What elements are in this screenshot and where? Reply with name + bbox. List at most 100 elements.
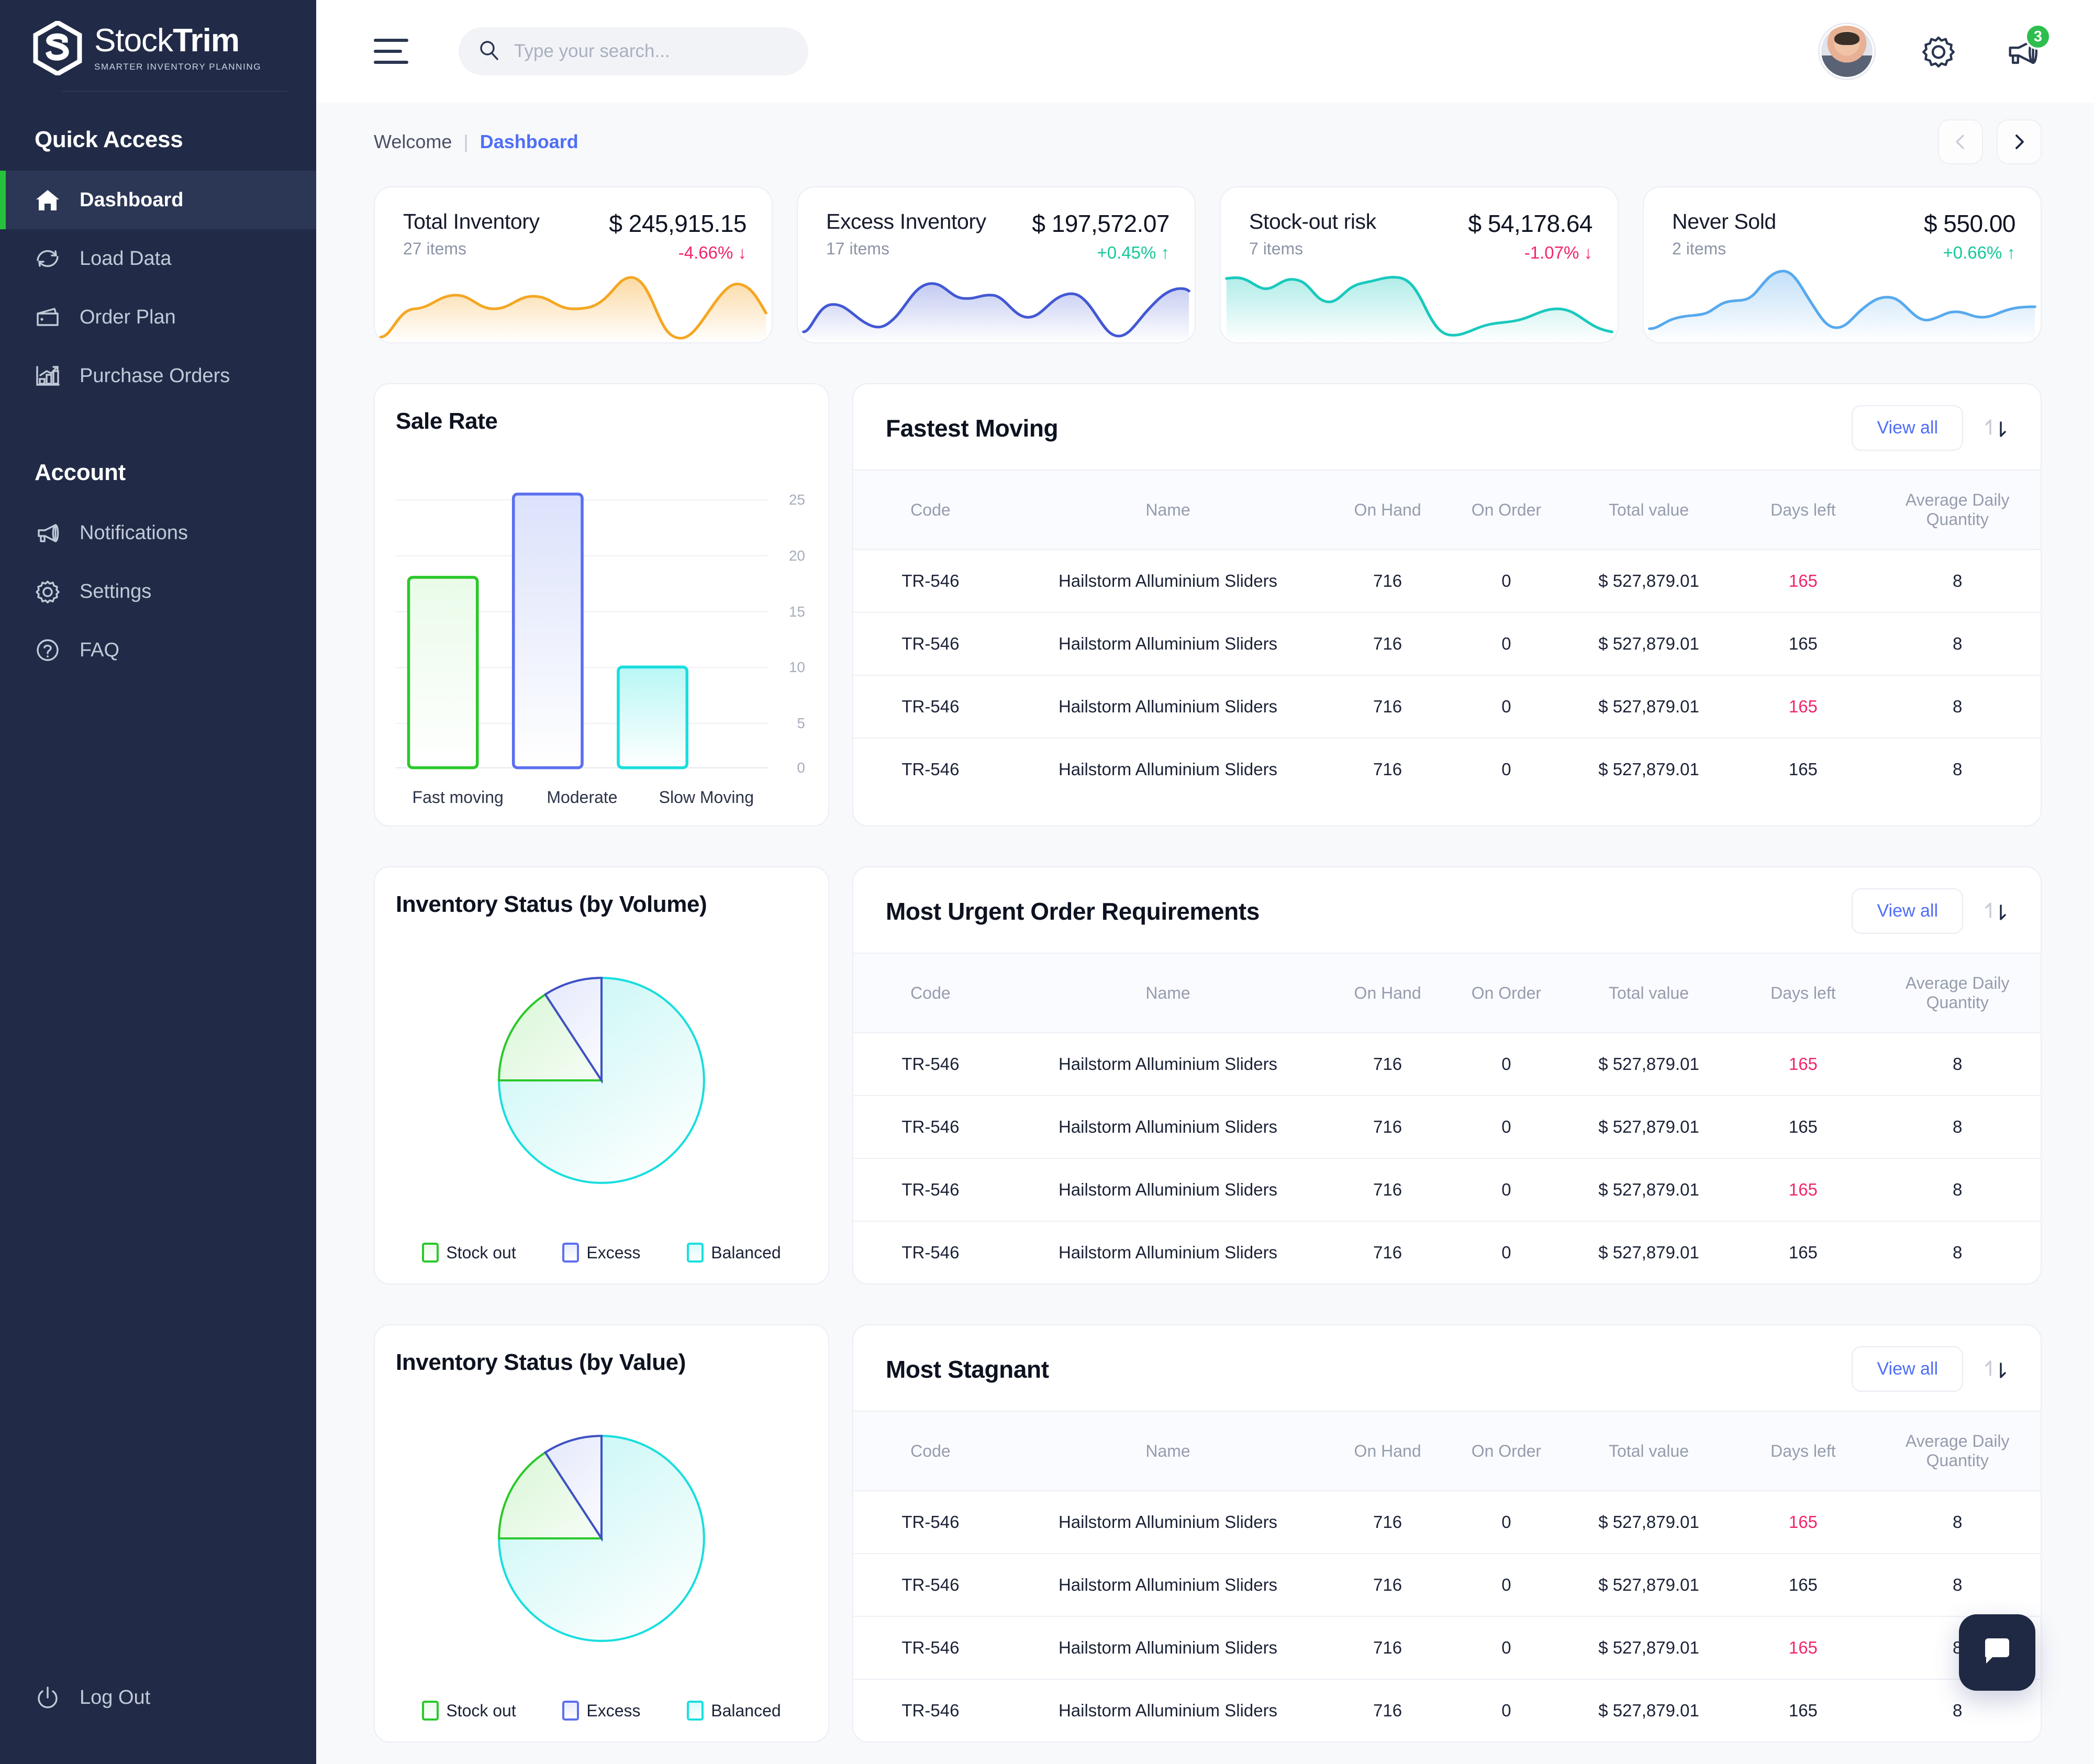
kpi-card-excess-inventory[interactable]: Excess Inventory 17 items $ 197,572.07 +… xyxy=(797,186,1196,343)
column-header-on-order[interactable]: On Order xyxy=(1446,953,1566,1033)
notifications-megaphone-icon[interactable]: 3 xyxy=(2003,24,2051,71)
table-row[interactable]: TR-546 Hailstorm Alluminium Sliders 716 … xyxy=(853,1033,2041,1096)
bar-chart-x-labels: Fast moving Moderate Slow Moving xyxy=(396,787,807,808)
table-row[interactable]: TR-546 Hailstorm Alluminium Sliders 716 … xyxy=(853,550,2041,613)
kpi-items: 2 items xyxy=(1672,239,1727,258)
table-row[interactable]: TR-546 Hailstorm Alluminium Sliders 716 … xyxy=(853,1679,2041,1741)
search-box[interactable] xyxy=(459,27,808,75)
sidebar-item-notifications[interactable]: Notifications xyxy=(0,504,316,562)
hamburger-menu-icon[interactable] xyxy=(374,39,408,64)
column-header-avg-daily-qty[interactable]: Average Daily Quantity xyxy=(1874,470,2041,550)
cell-code: TR-546 xyxy=(853,1554,1008,1617)
table-row[interactable]: TR-546 Hailstorm Alluminium Sliders 716 … xyxy=(853,1158,2041,1222)
search-input[interactable] xyxy=(514,41,789,62)
cell-name: Hailstorm Alluminium Sliders xyxy=(1007,1554,1329,1617)
legend-item-balanced[interactable]: Balanced xyxy=(687,1243,781,1263)
sale-rate-chart-card: Sale Rate 25 20 15 10 5 0 Fast moving Mo… xyxy=(374,383,829,827)
legend-item-balanced[interactable]: Balanced xyxy=(687,1701,781,1721)
legend-swatch-green xyxy=(422,1701,439,1721)
inventory-status-volume-card: Inventory Status (by Volume) Stock out E… xyxy=(374,866,829,1285)
column-header-name[interactable]: Name xyxy=(1007,1411,1329,1491)
column-header-on-order[interactable]: On Order xyxy=(1446,470,1566,550)
table-header-row: Code Name On Hand On Order Total value D… xyxy=(853,1411,2041,1491)
panel-title: Most Stagnant xyxy=(886,1355,1049,1383)
table-row[interactable]: TR-546 Hailstorm Alluminium Sliders 716 … xyxy=(853,1616,2041,1680)
cell-on-hand: 716 xyxy=(1328,1033,1447,1096)
cell-on-hand: 716 xyxy=(1328,1554,1447,1617)
table-row[interactable]: TR-546 Hailstorm Alluminium Sliders 716 … xyxy=(853,1554,2041,1617)
breadcrumb-current[interactable]: Dashboard xyxy=(480,131,578,153)
kpi-card-total-inventory[interactable]: Total Inventory 27 items $ 245,915.15 -4… xyxy=(374,186,773,343)
legend-item-excess[interactable]: Excess xyxy=(562,1243,641,1263)
cell-name: Hailstorm Alluminium Sliders xyxy=(1007,1096,1329,1159)
table-row[interactable]: TR-546 Hailstorm Alluminium Sliders 716 … xyxy=(853,1221,2041,1283)
cell-avg-daily-qty: 8 xyxy=(1953,1243,1963,1262)
legend-swatch-blue xyxy=(562,1243,580,1263)
logout-button[interactable]: Log Out xyxy=(0,1683,316,1764)
column-header-days-left[interactable]: Days left xyxy=(1732,1411,1875,1491)
sort-icon[interactable] xyxy=(1981,1354,2011,1385)
legend-item-excess[interactable]: Excess xyxy=(562,1701,641,1721)
sidebar-item-purchase-orders[interactable]: Purchase Orders xyxy=(0,347,316,405)
cell-total-value: $ 527,879.01 xyxy=(1598,1243,1699,1262)
column-header-name[interactable]: Name xyxy=(1007,953,1329,1033)
column-header-name[interactable]: Name xyxy=(1007,470,1329,550)
prev-page-button[interactable] xyxy=(1938,119,1983,164)
power-icon xyxy=(34,1683,62,1712)
table-row[interactable]: TR-546 Hailstorm Alluminium Sliders 716 … xyxy=(853,738,2041,800)
table-row[interactable]: TR-546 Hailstorm Alluminium Sliders 716 … xyxy=(853,612,2041,676)
column-header-on-hand[interactable]: On Hand xyxy=(1328,953,1447,1033)
panel-most-stagnant: Most Stagnant View all Code Name On Hand… xyxy=(852,1324,2042,1743)
legend-item-stock-out[interactable]: Stock out xyxy=(422,1243,516,1263)
sidebar-item-dashboard[interactable]: Dashboard xyxy=(0,171,316,229)
cell-days-left: 165 xyxy=(1732,612,1875,676)
sort-icon[interactable] xyxy=(1981,413,2011,443)
bar-chart-plot xyxy=(396,453,768,779)
legend-item-stock-out[interactable]: Stock out xyxy=(422,1701,516,1721)
stocktrim-logo-icon xyxy=(32,19,83,77)
sidebar-item-settings[interactable]: Settings xyxy=(0,562,316,621)
breadcrumb-welcome[interactable]: Welcome xyxy=(374,131,452,153)
column-header-code[interactable]: Code xyxy=(853,470,1008,550)
sidebar-item-load-data[interactable]: Load Data xyxy=(0,229,316,288)
column-header-on-hand[interactable]: On Hand xyxy=(1328,1411,1447,1491)
table-row[interactable]: TR-546 Hailstorm Alluminium Sliders 716 … xyxy=(853,675,2041,739)
cell-avg-daily-qty: 8 xyxy=(1874,1554,2041,1617)
column-header-total-value[interactable]: Total value xyxy=(1565,470,1732,550)
cell-avg-daily-qty: 8 xyxy=(1953,760,1963,779)
next-page-button[interactable] xyxy=(1997,119,2042,164)
column-header-days-left[interactable]: Days left xyxy=(1732,470,1875,550)
view-all-button[interactable]: View all xyxy=(1852,405,1963,451)
column-header-days-left[interactable]: Days left xyxy=(1732,953,1875,1033)
kpi-card-never-sold[interactable]: Never Sold 2 items $ 550.00 +0.66% ↑ xyxy=(1643,186,2042,343)
chat-widget-button[interactable] xyxy=(1959,1614,2035,1691)
column-header-on-order[interactable]: On Order xyxy=(1446,1411,1566,1491)
view-all-button[interactable]: View all xyxy=(1852,888,1963,934)
column-header-on-hand[interactable]: On Hand xyxy=(1328,470,1447,550)
cell-days-left: 165 xyxy=(1732,550,1875,613)
cell-avg-daily-qty: 8 xyxy=(1874,1033,2041,1096)
sidebar-item-order-plan[interactable]: Order Plan xyxy=(0,288,316,347)
sparkline-total-inventory xyxy=(375,259,772,342)
kpi-value: $ 197,572.07 xyxy=(1032,210,1169,237)
cell-code: TR-546 xyxy=(853,1033,1008,1096)
y-tick: 20 xyxy=(788,547,805,564)
table-row[interactable]: TR-546 Hailstorm Alluminium Sliders 716 … xyxy=(853,1096,2041,1159)
column-header-avg-daily-qty[interactable]: Average Daily Quantity xyxy=(1874,1411,2041,1491)
panel-fastest-moving: Fastest Moving View all Code Name On Han… xyxy=(852,383,2042,827)
table-fastest-moving: Code Name On Hand On Order Total value D… xyxy=(853,470,2041,800)
x-tick-label: Fast moving xyxy=(412,788,504,807)
gear-icon[interactable] xyxy=(1919,32,1958,71)
table-row[interactable]: TR-546 Hailstorm Alluminium Sliders 716 … xyxy=(853,1491,2041,1554)
kpi-card-stock-out-risk[interactable]: Stock-out risk 7 items $ 54,178.64 -1.07… xyxy=(1220,186,1619,343)
cell-code: TR-546 xyxy=(901,1243,960,1262)
column-header-total-value[interactable]: Total value xyxy=(1565,1411,1732,1491)
column-header-code[interactable]: Code xyxy=(853,1411,1008,1491)
sort-icon[interactable] xyxy=(1981,896,2011,926)
avatar[interactable] xyxy=(1820,24,1874,79)
column-header-total-value[interactable]: Total value xyxy=(1565,953,1732,1033)
column-header-avg-daily-qty[interactable]: Average Daily Quantity xyxy=(1874,953,2041,1033)
view-all-button[interactable]: View all xyxy=(1852,1346,1963,1392)
column-header-code[interactable]: Code xyxy=(853,953,1008,1033)
sidebar-item-faq[interactable]: FAQ xyxy=(0,621,316,679)
